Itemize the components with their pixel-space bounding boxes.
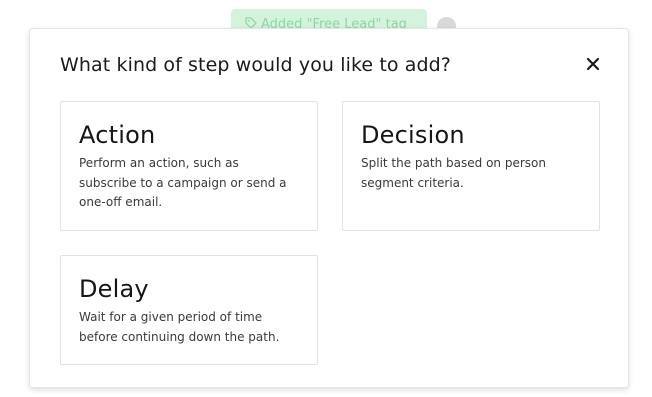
modal-title: What kind of step would you like to add? <box>60 54 451 76</box>
close-icon <box>586 57 600 71</box>
option-title-decision: Decision <box>361 121 465 149</box>
add-step-modal: What kind of step would you like to add?… <box>29 28 629 388</box>
close-button[interactable] <box>582 53 604 75</box>
option-description-delay: Wait for a given period of time before c… <box>79 310 280 344</box>
option-card-delay[interactable]: Delay Wait for a given period of time be… <box>60 255 318 365</box>
option-title-delay: Delay <box>79 275 149 303</box>
option-description-action: Perform an action, such as subscribe to … <box>79 156 287 209</box>
option-description-decision: Split the path based on person segment c… <box>361 156 546 190</box>
option-title-action: Action <box>79 121 156 149</box>
option-card-action[interactable]: Action Perform an action, such as subscr… <box>60 101 318 231</box>
option-card-decision[interactable]: Decision Split the path based on person … <box>342 101 600 231</box>
